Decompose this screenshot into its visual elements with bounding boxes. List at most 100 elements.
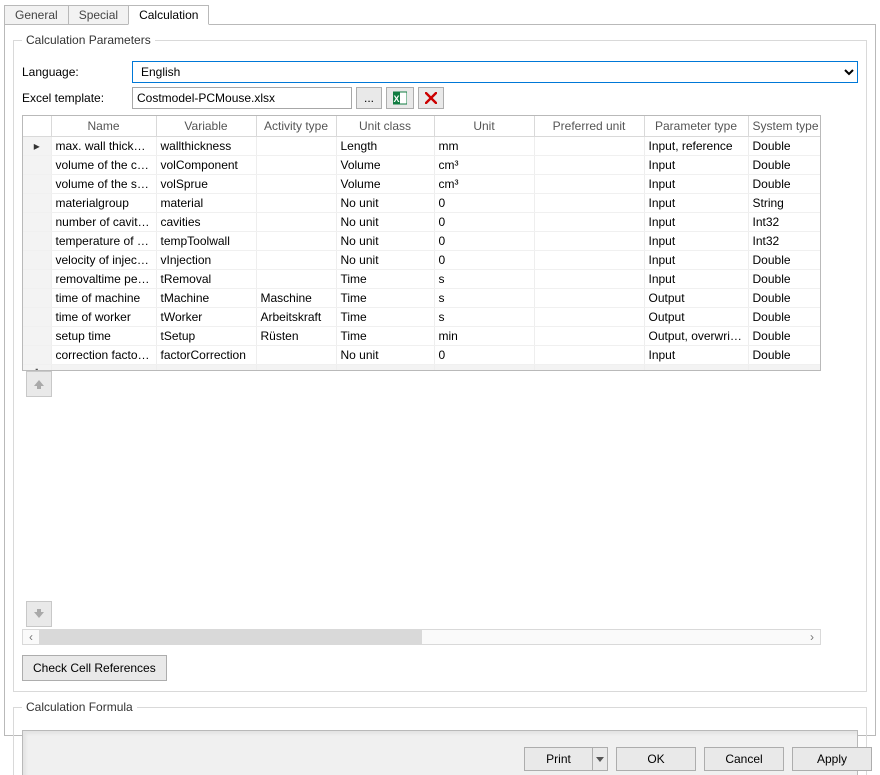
table-cell[interactable]: cm³ (434, 155, 534, 174)
table-cell[interactable]: Input (644, 155, 748, 174)
row-header[interactable] (23, 326, 51, 345)
table-cell[interactable]: No unit (336, 345, 434, 364)
table-cell[interactable]: Double (748, 269, 821, 288)
table-cell[interactable] (534, 250, 644, 269)
table-cell[interactable]: Input (644, 231, 748, 250)
table-cell[interactable]: Output (644, 307, 748, 326)
table-cell[interactable]: Rüsten (256, 326, 336, 345)
table-cell[interactable]: removaltime per… (51, 269, 156, 288)
table-cell[interactable] (534, 155, 644, 174)
browse-button[interactable]: ... (356, 87, 382, 109)
row-header[interactable] (23, 288, 51, 307)
table-cell[interactable]: Time (336, 288, 434, 307)
table-cell[interactable]: No unit (336, 250, 434, 269)
table-cell[interactable]: material (156, 193, 256, 212)
row-header[interactable] (23, 212, 51, 231)
row-header[interactable] (23, 193, 51, 212)
column-header[interactable]: System type (748, 116, 821, 136)
table-cell[interactable]: correction factor… (51, 345, 156, 364)
table-cell[interactable]: Int32 (748, 231, 821, 250)
table-cell[interactable]: number of caviti… (51, 212, 156, 231)
column-header[interactable]: Preferred unit (534, 116, 644, 136)
row-header[interactable] (23, 269, 51, 288)
row-header[interactable]: ▸ (23, 136, 51, 155)
table-cell[interactable]: Input (644, 250, 748, 269)
table-cell[interactable]: volComponent (156, 155, 256, 174)
column-header[interactable]: Parameter type (644, 116, 748, 136)
column-header[interactable] (23, 116, 51, 136)
table-cell[interactable]: 0 (434, 231, 534, 250)
table-cell[interactable]: tempToolwall (156, 231, 256, 250)
row-header[interactable] (23, 250, 51, 269)
table-cell[interactable]: Input (644, 269, 748, 288)
table-row[interactable]: removaltime per…tRemovalTimesInputDouble (23, 269, 821, 288)
table-row[interactable]: materialgroupmaterialNo unit0InputString (23, 193, 821, 212)
column-header[interactable]: Activity type (256, 116, 336, 136)
table-cell[interactable] (256, 136, 336, 155)
parameters-grid[interactable]: NameVariableActivity typeUnit classUnitP… (22, 115, 821, 371)
table-cell[interactable]: cm³ (434, 174, 534, 193)
cancel-button[interactable]: Cancel (704, 747, 784, 771)
table-cell[interactable]: Double (748, 345, 821, 364)
grid-move-up-button[interactable] (26, 371, 52, 397)
table-row[interactable]: time of machinetMachineMaschineTimesOutp… (23, 288, 821, 307)
table-row[interactable]: number of caviti…cavitiesNo unit0InputIn… (23, 212, 821, 231)
table-cell[interactable]: String (748, 193, 821, 212)
table-cell[interactable]: Maschine (256, 288, 336, 307)
table-cell[interactable]: s (434, 307, 534, 326)
table-cell[interactable]: Double (748, 174, 821, 193)
table-cell[interactable]: 0 (434, 193, 534, 212)
table-cell[interactable] (534, 174, 644, 193)
table-cell[interactable]: velocity of injecti… (51, 250, 156, 269)
table-cell[interactable]: Input, reference (644, 136, 748, 155)
table-cell[interactable]: volSprue (156, 174, 256, 193)
language-select[interactable]: English (132, 61, 858, 83)
scroll-left-icon[interactable]: ‹ (23, 630, 39, 644)
column-header[interactable]: Name (51, 116, 156, 136)
table-cell[interactable] (256, 174, 336, 193)
table-cell[interactable] (534, 212, 644, 231)
table-cell[interactable] (534, 193, 644, 212)
table-row[interactable]: volume of the co…volComponent Volumecm³ In… (23, 155, 821, 174)
print-dropdown-button[interactable] (592, 747, 608, 771)
table-cell[interactable]: Double (748, 136, 821, 155)
grid-move-down-button[interactable] (26, 601, 52, 627)
apply-button[interactable]: Apply (792, 747, 872, 771)
table-cell[interactable]: Volume (336, 155, 434, 174)
delete-template-button[interactable] (418, 87, 444, 109)
table-cell[interactable]: No unit (336, 212, 434, 231)
table-cell[interactable]: Output (644, 288, 748, 307)
print-split-button[interactable]: Print (524, 747, 608, 771)
table-cell[interactable]: mm (434, 136, 534, 155)
row-header[interactable] (23, 155, 51, 174)
table-cell[interactable]: volume of the sp… (51, 174, 156, 193)
table-cell[interactable]: 0 (434, 345, 534, 364)
table-cell[interactable]: 0 (434, 212, 534, 231)
table-cell[interactable]: time of machine (51, 288, 156, 307)
table-cell[interactable]: Volume (336, 174, 434, 193)
row-header[interactable] (23, 174, 51, 193)
column-header[interactable]: Unit class (336, 116, 434, 136)
table-cell[interactable] (256, 212, 336, 231)
scroll-right-icon[interactable]: › (804, 630, 820, 644)
table-cell[interactable]: materialgroup (51, 193, 156, 212)
table-cell[interactable]: tWorker (156, 307, 256, 326)
table-cell[interactable]: s (434, 269, 534, 288)
table-row[interactable]: ▸max. wall thickn…wallthicknessLengthmmI… (23, 136, 821, 155)
check-cell-references-button[interactable]: Check Cell References (22, 655, 167, 681)
table-cell[interactable] (534, 326, 644, 345)
table-cell[interactable]: Time (336, 326, 434, 345)
table-cell[interactable]: time of worker (51, 307, 156, 326)
table-cell[interactable]: vInjection (156, 250, 256, 269)
table-cell[interactable] (534, 345, 644, 364)
table-cell[interactable] (256, 231, 336, 250)
ok-button[interactable]: OK (616, 747, 696, 771)
table-cell[interactable]: Double (748, 155, 821, 174)
table-cell[interactable] (256, 269, 336, 288)
table-cell[interactable]: volume of the co… (51, 155, 156, 174)
table-cell[interactable]: Length (336, 136, 434, 155)
table-cell[interactable]: Input (644, 212, 748, 231)
excel-template-input[interactable] (132, 87, 352, 109)
table-cell[interactable]: 0 (434, 250, 534, 269)
row-header[interactable] (23, 307, 51, 326)
